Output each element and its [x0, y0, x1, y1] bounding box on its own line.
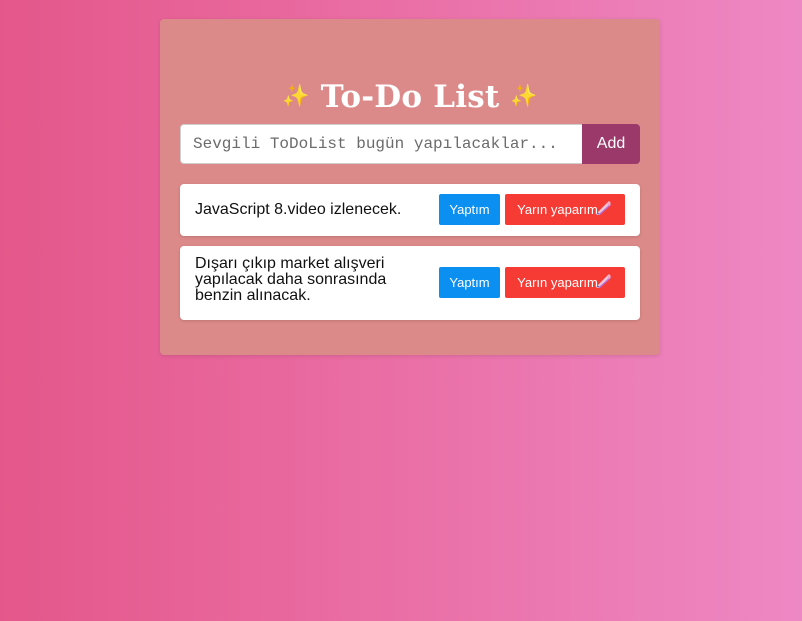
writing-hand-icon — [595, 274, 613, 289]
done-button[interactable]: Yaptım — [439, 267, 500, 298]
do-tomorrow-button[interactable]: Yarın yaparım — [505, 194, 625, 225]
app-title: To-Do List — [320, 79, 500, 115]
task-text: JavaScript 8.video izlenecek. — [195, 201, 402, 218]
do-tomorrow-button[interactable]: Yarın yaparım — [505, 267, 625, 298]
todo-card: ✨ To-Do List ✨ Add JavaScript 8.video iz… — [160, 19, 660, 355]
done-button[interactable]: Yaptım — [439, 194, 500, 225]
writing-hand-icon — [595, 201, 613, 216]
add-button[interactable]: Add — [582, 124, 640, 164]
task-item: JavaScript 8.video izlenecek. Yaptım Yar… — [180, 184, 640, 236]
sparkles-icon: ✨ — [282, 82, 310, 109]
do-tomorrow-label: Yarın yaparım — [517, 274, 598, 290]
page-title: ✨ To-Do List ✨ — [160, 77, 660, 119]
task-input[interactable] — [180, 124, 582, 164]
task-item: Dışarı çıkıp market alışveri yapılacak d… — [180, 246, 640, 320]
sparkles-icon: ✨ — [510, 82, 538, 109]
new-task-row: Add — [180, 124, 640, 164]
do-tomorrow-label: Yarın yaparım — [517, 201, 598, 217]
task-text: Dışarı çıkıp market alışveri yapılacak d… — [195, 255, 387, 304]
